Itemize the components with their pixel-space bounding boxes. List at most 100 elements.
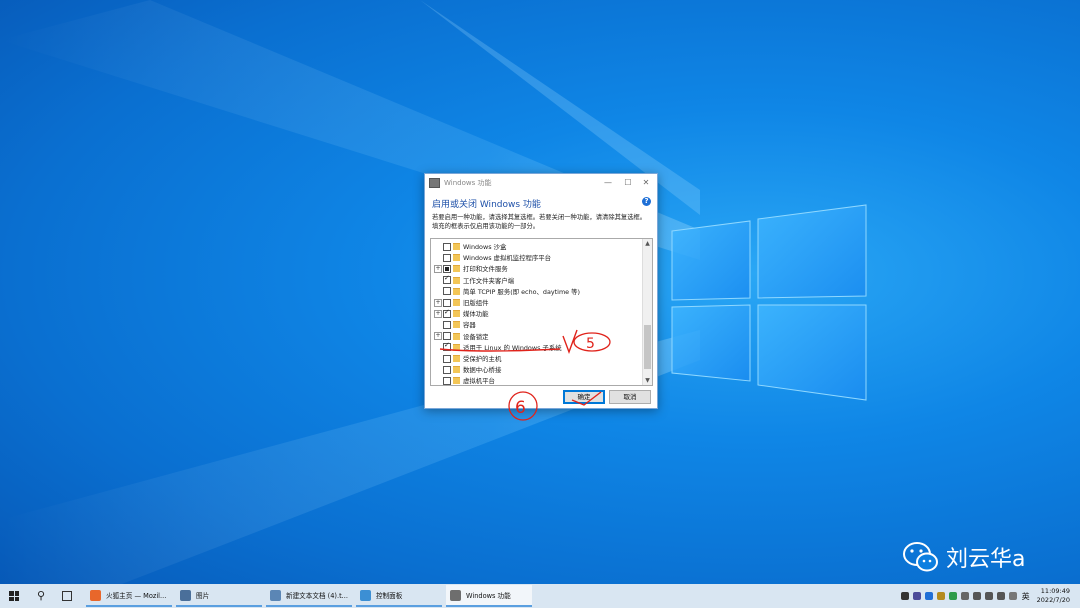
ok-button[interactable]: 确定 xyxy=(563,390,605,404)
feature-checkbox[interactable] xyxy=(443,264,451,273)
folder-icon xyxy=(453,377,460,385)
folder-icon xyxy=(453,321,460,329)
tray-app2-icon[interactable] xyxy=(936,592,945,600)
tray-app-icon[interactable] xyxy=(912,592,921,600)
feature-checkbox[interactable] xyxy=(443,332,451,341)
bluetooth-icon[interactable] xyxy=(924,592,933,600)
feature-label: 工作文件夹客户端 xyxy=(463,276,515,285)
dialog-heading: 启用或关闭 Windows 功能 xyxy=(432,200,541,210)
taskbar-item[interactable]: 火狐主页 — Mozil... xyxy=(86,585,172,607)
cancel-button[interactable]: 取消 xyxy=(609,390,651,404)
taskbar-item-label: 图片 xyxy=(196,592,210,600)
scroll-up-icon[interactable]: ▲ xyxy=(643,239,652,248)
keyboard-icon[interactable] xyxy=(1008,592,1017,600)
taskbar-item-label: 控制面板 xyxy=(376,592,403,600)
feature-row[interactable]: + 旧版组件 xyxy=(431,297,641,308)
taskbar-item-label: 火狐主页 — Mozil... xyxy=(106,592,167,600)
feature-label: 适用于 Linux 的 Windows 子系统 xyxy=(463,343,562,352)
feature-checkbox[interactable] xyxy=(443,308,451,318)
folder-icon xyxy=(453,332,460,340)
feature-checkbox[interactable] xyxy=(443,287,451,296)
feature-label: 容器 xyxy=(463,321,476,330)
pen-icon[interactable] xyxy=(996,592,1005,600)
feature-label: 媒体功能 xyxy=(463,310,489,319)
taskbar-item-label: Windows 功能 xyxy=(466,592,511,600)
scroll-thumb[interactable] xyxy=(644,325,651,369)
feature-checkbox[interactable] xyxy=(443,376,451,385)
ime-indicator[interactable]: 英 xyxy=(1022,591,1030,602)
scroll-down-icon[interactable]: ▼ xyxy=(643,376,652,385)
help-icon[interactable]: ? xyxy=(642,197,651,206)
app-icon xyxy=(180,589,191,601)
taskbar-item[interactable]: 新建文本文档 (4).t... xyxy=(266,585,352,607)
feature-row[interactable]: 数据中心桥接 xyxy=(431,364,641,375)
taskbar-item[interactable]: 图片 xyxy=(176,585,262,607)
feature-row[interactable]: 工作文件夹客户端 xyxy=(431,274,641,286)
windows-features-dialog: Windows 功能 — ☐ ✕ 启用或关闭 Windows 功能 ? 若要启用… xyxy=(424,173,658,409)
folder-icon xyxy=(453,310,460,318)
feature-checkbox[interactable] xyxy=(443,253,451,262)
feature-label: 设备锁定 xyxy=(463,332,489,341)
watermark-text: 刘云华a xyxy=(946,547,1026,572)
clock-date: 2022/7/20 xyxy=(1036,596,1070,604)
windows-start-icon xyxy=(9,591,19,601)
app-icon xyxy=(90,589,101,601)
feature-row[interactable]: + 打印和文件服务 xyxy=(431,263,641,274)
app-icon xyxy=(450,589,461,601)
dialog-title: Windows 功能 xyxy=(444,179,492,187)
clock[interactable]: 11:09:49 2022/7/20 xyxy=(1037,587,1070,605)
minimize-button[interactable]: — xyxy=(599,174,617,192)
feature-label: 受保护的主机 xyxy=(463,355,502,363)
feature-checkbox[interactable] xyxy=(443,354,451,363)
feature-row[interactable]: 受保护的主机 xyxy=(431,353,641,364)
tray-app3-icon[interactable] xyxy=(948,592,957,600)
features-scrollbar[interactable]: ▲ ▼ xyxy=(642,239,652,385)
feature-row[interactable]: Windows 虚拟机监控程序平台 xyxy=(431,252,641,263)
expand-icon[interactable]: + xyxy=(434,264,442,273)
feature-row[interactable]: 虚拟机平台 xyxy=(431,375,641,386)
wechat-icon xyxy=(903,542,938,572)
feature-checkbox[interactable] xyxy=(443,298,451,307)
qq-icon[interactable] xyxy=(900,592,909,600)
chevron-up-icon[interactable] xyxy=(960,592,969,600)
system-tray: 英 11:09:49 2022/7/20 xyxy=(899,584,1080,608)
feature-row[interactable]: + 设备锁定 xyxy=(431,331,641,342)
feature-row[interactable]: 适用于 Linux 的 Windows 子系统 xyxy=(431,341,641,353)
taskbar-item[interactable]: Windows 功能 xyxy=(446,585,532,607)
network-icon[interactable] xyxy=(972,592,981,600)
features-list[interactable]: Windows 沙盒 Windows 虚拟机监控程序平台 + 打印和文件服务工作文件夹… xyxy=(430,238,653,386)
taskbar: ⚲ 火狐主页 — Mozil... 图片 新建文本文档 (4).t... 控制面板 Wi… xyxy=(0,584,1080,608)
watermark: 刘云华a xyxy=(902,540,1025,574)
feature-label: Windows 虚拟机监控程序平台 xyxy=(463,254,552,263)
close-button[interactable]: ✕ xyxy=(637,174,655,192)
expand-icon[interactable]: + xyxy=(434,332,442,341)
feature-row[interactable]: 简单 TCPIP 服务(即 echo、daytime 等) xyxy=(431,286,641,297)
task-view-icon[interactable] xyxy=(56,584,78,608)
feature-label: 简单 TCPIP 服务(即 echo、daytime 等) xyxy=(463,287,581,296)
feature-checkbox[interactable] xyxy=(443,341,451,352)
feature-checkbox[interactable] xyxy=(443,365,451,374)
expand-icon[interactable]: + xyxy=(434,298,442,307)
app-icon xyxy=(270,589,281,601)
feature-checkbox[interactable] xyxy=(443,242,451,251)
maximize-button[interactable]: ☐ xyxy=(619,174,637,192)
folder-icon xyxy=(453,299,460,306)
volume-icon[interactable] xyxy=(984,592,993,600)
feature-label: 数据中心桥接 xyxy=(463,366,502,375)
feature-row[interactable]: + 媒体功能 xyxy=(431,308,641,319)
folder-icon xyxy=(453,343,460,351)
feature-checkbox[interactable] xyxy=(443,274,451,285)
search-icon[interactable]: ⚲ xyxy=(30,584,52,608)
expand-icon[interactable]: + xyxy=(434,309,442,318)
folder-icon xyxy=(453,366,460,374)
feature-row[interactable]: 容器 xyxy=(431,319,641,330)
feature-label: 打印和文件服务 xyxy=(463,265,508,274)
dialog-description: 若要启用一种功能，请选择其复选框。若要关闭一种功能，请清除其复选框。填充的框表示… xyxy=(432,214,647,230)
folder-icon xyxy=(453,276,460,284)
feature-label: 虚拟机平台 xyxy=(463,377,495,386)
feature-checkbox[interactable] xyxy=(443,320,451,329)
start-button[interactable] xyxy=(0,584,28,608)
feature-row[interactable]: Windows 沙盒 xyxy=(431,241,641,252)
dialog-titlebar[interactable]: Windows 功能 — ☐ ✕ xyxy=(425,174,657,192)
taskbar-item[interactable]: 控制面板 xyxy=(356,585,442,607)
